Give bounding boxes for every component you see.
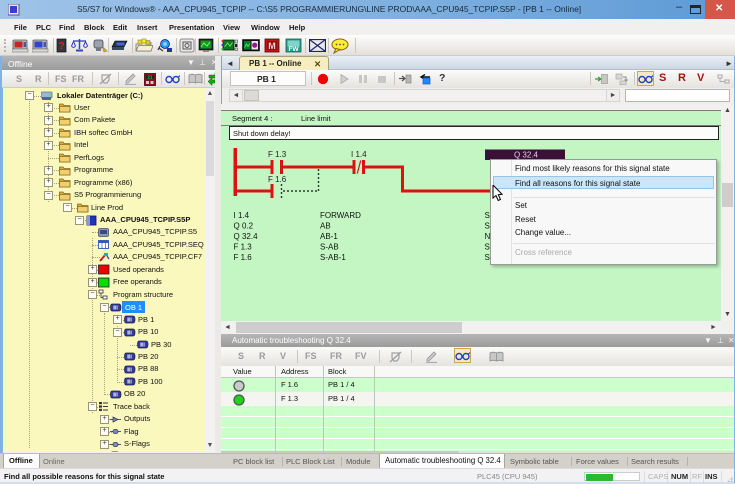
svg-text:AB-1: AB-1 [320,232,338,241]
svg-text:FW: FW [288,46,299,53]
svg-text:F 1.3: F 1.3 [234,243,253,252]
svg-text:S-AB-1: S-AB-1 [320,253,346,262]
svg-text:I 1.4: I 1.4 [351,150,367,159]
svg-text:S-AB: S-AB [320,243,339,252]
svg-text:Q 0.2: Q 0.2 [234,222,254,231]
svg-text:?: ? [58,41,64,52]
svg-text:F 1.6: F 1.6 [268,175,287,184]
svg-text:21: 21 [147,75,153,80]
svg-text:I 1.4: I 1.4 [234,211,250,220]
svg-text:F 1.3: F 1.3 [268,150,287,159]
svg-text:F 1.6: F 1.6 [234,253,253,262]
svg-text:M: M [268,41,276,51]
svg-text:AB: AB [320,222,331,231]
svg-text:FORWARD: FORWARD [320,211,361,220]
svg-text:Q 32.4: Q 32.4 [234,232,259,241]
